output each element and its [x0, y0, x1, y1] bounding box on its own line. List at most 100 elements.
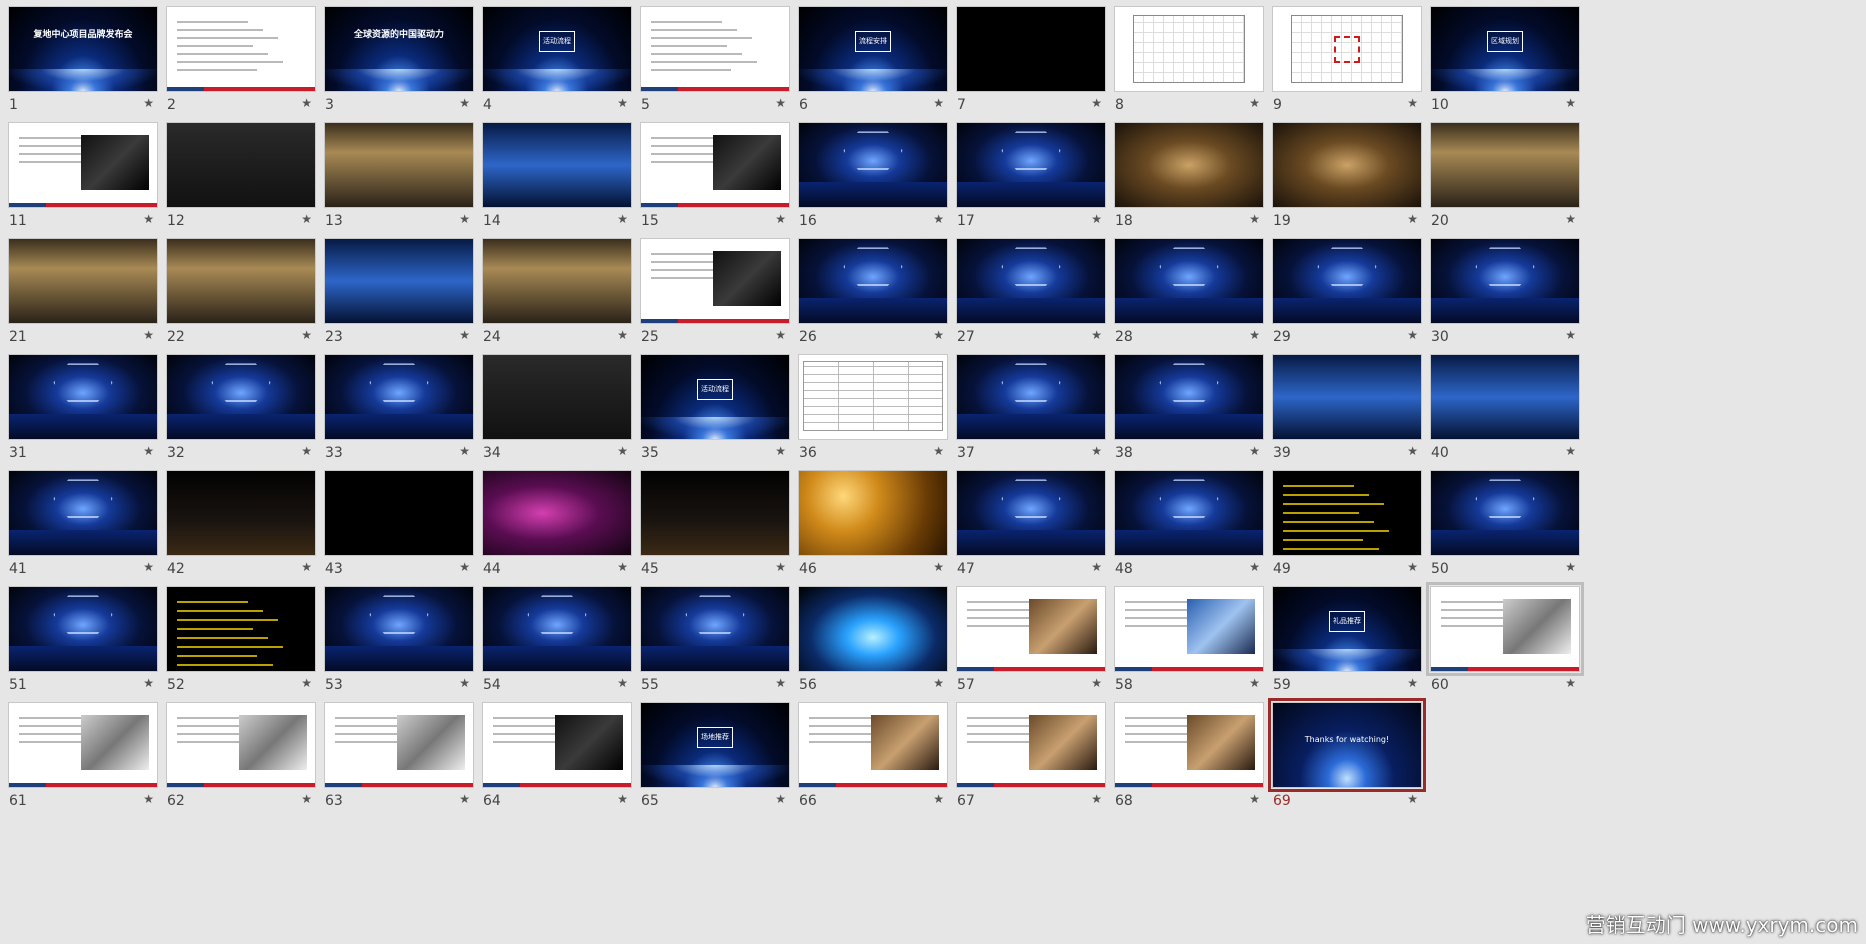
- slide-thumbnail-42[interactable]: 42 ★: [158, 464, 316, 582]
- star-icon[interactable]: ★: [143, 212, 154, 226]
- slide-thumbnail-8[interactable]: 8 ★: [1106, 0, 1264, 118]
- slide-image[interactable]: [8, 122, 158, 208]
- slide-thumbnail-49[interactable]: 49 ★: [1264, 464, 1422, 582]
- slide-image[interactable]: 区域规划: [1430, 6, 1580, 92]
- slide-image[interactable]: [1426, 582, 1584, 676]
- slide-thumbnail-21[interactable]: 21 ★: [0, 232, 158, 350]
- slide-image[interactable]: [956, 6, 1106, 92]
- slide-thumbnail-19[interactable]: 19 ★: [1264, 116, 1422, 234]
- slide-image[interactable]: [8, 238, 158, 324]
- star-icon[interactable]: ★: [933, 676, 944, 690]
- slide-image[interactable]: [956, 586, 1106, 672]
- star-icon[interactable]: ★: [775, 676, 786, 690]
- slide-thumbnail-15[interactable]: 15 ★: [632, 116, 790, 234]
- slide-image[interactable]: [640, 238, 790, 324]
- slide-thumbnail-48[interactable]: 48 ★: [1106, 464, 1264, 582]
- star-icon[interactable]: ★: [1407, 212, 1418, 226]
- slide-thumbnail-61[interactable]: 61 ★: [0, 696, 158, 814]
- slide-thumbnail-52[interactable]: 52 ★: [158, 580, 316, 698]
- slide-image[interactable]: [1430, 470, 1580, 556]
- star-icon[interactable]: ★: [1565, 96, 1576, 110]
- slide-image[interactable]: [640, 6, 790, 92]
- slide-image[interactable]: [956, 238, 1106, 324]
- slide-image[interactable]: [1272, 354, 1422, 440]
- slide-image[interactable]: [8, 586, 158, 672]
- star-icon[interactable]: ★: [1091, 676, 1102, 690]
- slide-thumbnail-41[interactable]: 41 ★: [0, 464, 158, 582]
- star-icon[interactable]: ★: [1565, 560, 1576, 574]
- star-icon[interactable]: ★: [1407, 96, 1418, 110]
- slide-image[interactable]: 流程安排: [798, 6, 948, 92]
- star-icon[interactable]: ★: [1091, 328, 1102, 342]
- slide-image[interactable]: [798, 586, 948, 672]
- slide-thumbnail-66[interactable]: 66 ★: [790, 696, 948, 814]
- slide-thumbnail-34[interactable]: 34 ★: [474, 348, 632, 466]
- slide-image[interactable]: 活动流程: [482, 6, 632, 92]
- slide-image[interactable]: 复地中心项目品牌发布会: [8, 6, 158, 92]
- slide-image[interactable]: [1114, 586, 1264, 672]
- slide-image[interactable]: [482, 354, 632, 440]
- star-icon[interactable]: ★: [933, 444, 944, 458]
- slide-thumbnail-65[interactable]: 场地推荐 65 ★: [632, 696, 790, 814]
- slide-image[interactable]: [1272, 122, 1422, 208]
- slide-image[interactable]: [798, 702, 948, 788]
- star-icon[interactable]: ★: [301, 328, 312, 342]
- slide-image[interactable]: [1272, 238, 1422, 324]
- slide-thumbnail-44[interactable]: 44 ★: [474, 464, 632, 582]
- slide-thumbnail-24[interactable]: 24 ★: [474, 232, 632, 350]
- slide-thumbnail-5[interactable]: 5 ★: [632, 0, 790, 118]
- star-icon[interactable]: ★: [143, 328, 154, 342]
- slide-thumbnail-16[interactable]: 16 ★: [790, 116, 948, 234]
- star-icon[interactable]: ★: [143, 676, 154, 690]
- slide-image[interactable]: [1430, 354, 1580, 440]
- slide-image[interactable]: 全球资源的中国驱动力: [324, 6, 474, 92]
- slide-thumbnail-23[interactable]: 23 ★: [316, 232, 474, 350]
- slide-image[interactable]: [324, 586, 474, 672]
- slide-image[interactable]: [956, 354, 1106, 440]
- star-icon[interactable]: ★: [301, 676, 312, 690]
- slide-thumbnail-63[interactable]: 63 ★: [316, 696, 474, 814]
- star-icon[interactable]: ★: [459, 676, 470, 690]
- slide-thumbnail-58[interactable]: 58 ★: [1106, 580, 1264, 698]
- star-icon[interactable]: ★: [617, 560, 628, 574]
- slide-thumbnail-57[interactable]: 57 ★: [948, 580, 1106, 698]
- slide-thumbnail-38[interactable]: 38 ★: [1106, 348, 1264, 466]
- slide-thumbnail-3[interactable]: 全球资源的中国驱动力 3 ★: [316, 0, 474, 118]
- slide-image[interactable]: [1272, 470, 1422, 556]
- star-icon[interactable]: ★: [775, 328, 786, 342]
- slide-thumbnail-59[interactable]: 礼品推荐 59 ★: [1264, 580, 1422, 698]
- slide-image[interactable]: [166, 6, 316, 92]
- slide-thumbnail-60[interactable]: 60 ★: [1422, 580, 1584, 698]
- slide-thumbnail-28[interactable]: 28 ★: [1106, 232, 1264, 350]
- star-icon[interactable]: ★: [1249, 96, 1260, 110]
- slide-thumbnail-22[interactable]: 22 ★: [158, 232, 316, 350]
- star-icon[interactable]: ★: [1565, 328, 1576, 342]
- star-icon[interactable]: ★: [143, 96, 154, 110]
- star-icon[interactable]: ★: [143, 560, 154, 574]
- slide-thumbnail-18[interactable]: 18 ★: [1106, 116, 1264, 234]
- star-icon[interactable]: ★: [933, 328, 944, 342]
- star-icon[interactable]: ★: [617, 676, 628, 690]
- slide-image[interactable]: [8, 470, 158, 556]
- slide-thumbnail-2[interactable]: 2 ★: [158, 0, 316, 118]
- slide-image[interactable]: [324, 470, 474, 556]
- slide-image[interactable]: [798, 354, 948, 440]
- slide-thumbnail-31[interactable]: 31 ★: [0, 348, 158, 466]
- slide-image[interactable]: [1272, 6, 1422, 92]
- star-icon[interactable]: ★: [1407, 676, 1418, 690]
- star-icon[interactable]: ★: [617, 328, 628, 342]
- star-icon[interactable]: ★: [1091, 560, 1102, 574]
- slide-image[interactable]: [324, 354, 474, 440]
- star-icon[interactable]: ★: [301, 560, 312, 574]
- slide-image[interactable]: [956, 470, 1106, 556]
- star-icon[interactable]: ★: [1407, 560, 1418, 574]
- slide-thumbnail-32[interactable]: 32 ★: [158, 348, 316, 466]
- star-icon[interactable]: ★: [1565, 444, 1576, 458]
- slide-image[interactable]: [324, 702, 474, 788]
- star-icon[interactable]: ★: [1565, 212, 1576, 226]
- slide-image[interactable]: [1430, 122, 1580, 208]
- star-icon[interactable]: ★: [459, 560, 470, 574]
- star-icon[interactable]: ★: [775, 792, 786, 806]
- slide-image[interactable]: 场地推荐: [640, 702, 790, 788]
- slide-image[interactable]: [482, 122, 632, 208]
